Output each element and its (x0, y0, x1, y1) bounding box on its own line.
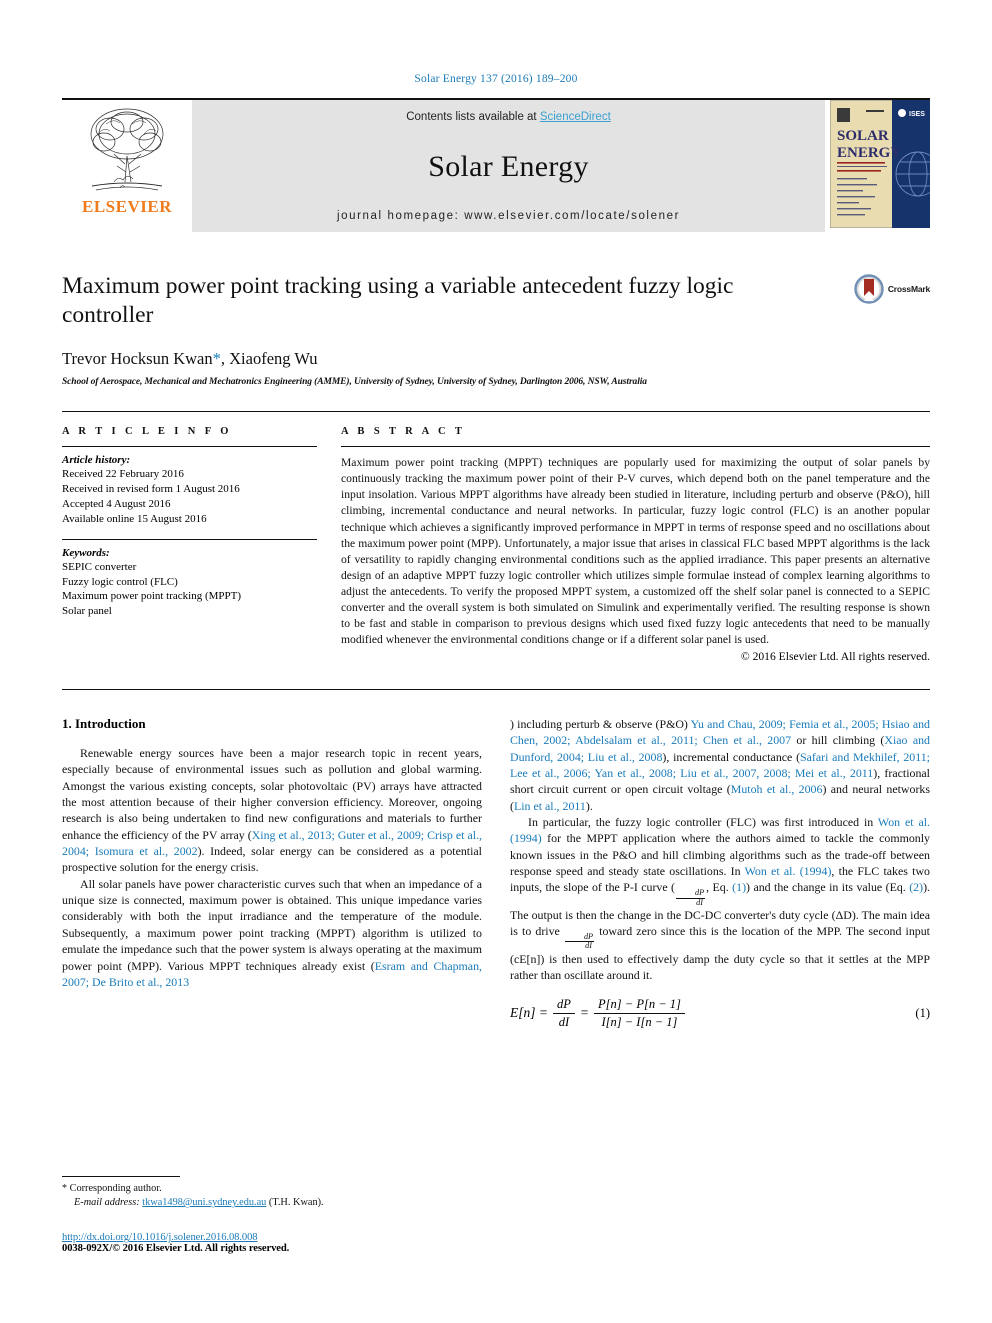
masthead-center: Contents lists available at ScienceDirec… (192, 100, 825, 232)
citation-link[interactable]: Lin et al., 2011 (514, 799, 586, 813)
intro-p3-text-a: ) including perturb & observe (P&O) (510, 716, 691, 731)
citation-link[interactable]: Won et al. (1994) (745, 864, 832, 878)
article-history-label: Article history: (62, 454, 131, 467)
running-head: Solar Energy 137 (2016) 189–200 (414, 73, 578, 85)
fraction-denominator: dI (585, 941, 592, 951)
keywords-group: Keywords: SEPIC converter Fuzzy logic co… (62, 540, 317, 619)
history-item: Accepted 4 August 2016 (62, 498, 171, 510)
author-secondary: , Xiaofeng Wu (220, 349, 318, 369)
keyword-item: Solar panel (62, 605, 112, 618)
equation-1-body: E[n] = dP dI = P[n] − P[n − 1] I[n] − I[… (510, 997, 685, 1029)
body-column-left: 1. Introduction Renewable energy sources… (62, 716, 482, 1029)
equation-1-row: E[n] = dP dI = P[n] − P[n − 1] I[n] − I[… (510, 997, 930, 1029)
intro-paragraph-3: ) including perturb & observe (P&O) Yu a… (510, 716, 930, 814)
equation-1-lhs: E[n] = (510, 1005, 548, 1021)
equation-ref-link[interactable]: (2) (909, 880, 923, 894)
article-info-heading: A R T I C L E I N F O (62, 426, 232, 438)
email-label: E-mail address: (74, 1197, 140, 1209)
fraction-numerator: P[n] − P[n − 1] (594, 997, 685, 1014)
body-column-right: ) including perturb & observe (P&O) Yu a… (510, 716, 930, 1029)
history-item: Available online 15 August 2016 (62, 512, 207, 525)
sciencedirect-link[interactable]: ScienceDirect (540, 111, 611, 123)
email-owner: (T.H. Kwan). (268, 1197, 324, 1209)
fraction-denominator: I[n] − I[n − 1] (601, 1014, 678, 1029)
info-abstract-section: A R T I C L E I N F O Article history: R… (62, 411, 930, 663)
inline-fraction-dp-di: dP dI (564, 932, 595, 951)
email-link[interactable]: tkwa1498@uni.sydney.edu.au (142, 1197, 266, 1208)
journal-homepage[interactable]: journal homepage: www.elsevier.com/locat… (337, 210, 680, 222)
author-primary: Trevor Hocksun Kwan (62, 349, 213, 369)
abstract-heading: A B S T R A C T (341, 426, 466, 438)
intro-p4-text-a: In particular, the fuzzy logic controlle… (528, 815, 878, 830)
keyword-item: SEPIC converter (62, 560, 137, 573)
keywords-label: Keywords: (62, 546, 110, 559)
fraction-numerator: dP (553, 997, 575, 1014)
history-item: Received in revised form 1 August 2016 (62, 483, 240, 496)
elsevier-tree-icon (90, 108, 164, 191)
contents-prefix: Contents lists available at (406, 111, 540, 123)
doi-link[interactable]: http://dx.doi.org/10.1016/j.solener.2016… (62, 1232, 482, 1243)
body-columns: 1. Introduction Renewable energy sources… (62, 688, 930, 1029)
abstract-column: A B S T R A C T Maximum power point trac… (341, 426, 930, 663)
equation-1-equals: = (579, 1005, 590, 1021)
article-info-column: A R T I C L E I N F O Article history: R… (62, 426, 317, 663)
intro-p4-text-e: ) and the change in its value (Eq. (746, 880, 910, 895)
elsevier-logo: ELSEVIER (62, 100, 192, 232)
keyword-item: Fuzzy logic control (FLC) (62, 575, 178, 588)
citation-link[interactable]: Mutoh et al., 2006 (731, 782, 823, 796)
paper-page: Solar Energy 137 (2016) 189–200 ELSEVIER… (0, 0, 992, 1323)
author-list: Trevor Hocksun Kwan*, Xiaofeng Wu (62, 349, 930, 369)
footnote-star-marker: * (62, 1183, 67, 1194)
elsevier-wordmark: ELSEVIER (82, 197, 172, 216)
keyword-item: Maximum power point tracking (MPPT) (62, 590, 242, 603)
crossmark-label: CrossMark (887, 284, 930, 294)
journal-cover-image: SOLAR ENERGY ISES (830, 100, 930, 228)
fraction-denominator: dI (696, 897, 703, 907)
article-history-group: Article history: Received 22 February 20… (62, 447, 317, 526)
abstract-copyright: © 2016 Elsevier Ltd. All rights reserved… (740, 649, 930, 663)
footnote-block: * Corresponding author. E-mail address: … (62, 1176, 482, 1254)
footnote-rule (62, 1176, 180, 1177)
abstract-text: Maximum power point tracking (MPPT) tech… (341, 456, 930, 646)
doi-block: http://dx.doi.org/10.1016/j.solener.2016… (62, 1232, 482, 1254)
svg-text:SOLAR: SOLAR (837, 128, 889, 144)
history-item: Received 22 February 2016 (62, 468, 184, 481)
footnote-corresponding-author: * Corresponding author. (62, 1182, 482, 1196)
intro-paragraph-4: In particular, the fuzzy logic controlle… (510, 814, 930, 983)
intro-p3-text-c: ), incremental conductance ( (662, 749, 801, 764)
contents-available-line: Contents lists available at ScienceDirec… (406, 111, 611, 123)
svg-text:ENERGY: ENERGY (837, 145, 901, 161)
footnote-email-line: E-mail address: tkwa1498@uni.sydney.edu.… (62, 1196, 482, 1210)
journal-masthead: ELSEVIER Contents lists available at Sci… (62, 98, 930, 232)
page-title: Maximum power point tracking using a var… (62, 273, 734, 328)
corresponding-author-marker: * (212, 349, 221, 369)
intro-p3-text-f: ). (585, 798, 593, 813)
journal-title: Solar Energy (428, 149, 589, 183)
equation-1-fraction-delta: P[n] − P[n − 1] I[n] − I[n − 1] (594, 997, 685, 1029)
section-heading-introduction: 1. Introduction (62, 715, 146, 731)
fraction-denominator: dI (558, 1014, 570, 1029)
footnote-corresponding-text: Corresponding author. (69, 1183, 162, 1194)
intro-p4-text-d: , Eq. (706, 880, 733, 895)
intro-paragraph-2: All solar panels have power characterist… (62, 876, 482, 991)
inline-fraction-dp-di: dP dI (676, 888, 706, 907)
society-badge-label: ISES (909, 111, 925, 118)
crossmark-badge[interactable]: CrossMark (854, 274, 930, 304)
intro-paragraph-1: Renewable energy sources have been a maj… (62, 745, 482, 876)
issn-copyright-line: 0038-092X/© 2016 Elsevier Ltd. All right… (62, 1243, 290, 1255)
equation-1-fraction-dp-di: dP dI (553, 997, 575, 1029)
crossmark-icon (854, 274, 884, 304)
intro-p3-text-b: or hill climbing ( (791, 733, 885, 748)
equation-ref-link[interactable]: (1) (732, 880, 746, 894)
title-block: Maximum power point tracking using a var… (62, 272, 930, 387)
equation-1-number: (1) (915, 1005, 930, 1020)
journal-cover-thumbnail: SOLAR ENERGY ISES (825, 100, 930, 232)
affiliation: School of Aerospace, Mechanical and Mech… (62, 377, 647, 388)
